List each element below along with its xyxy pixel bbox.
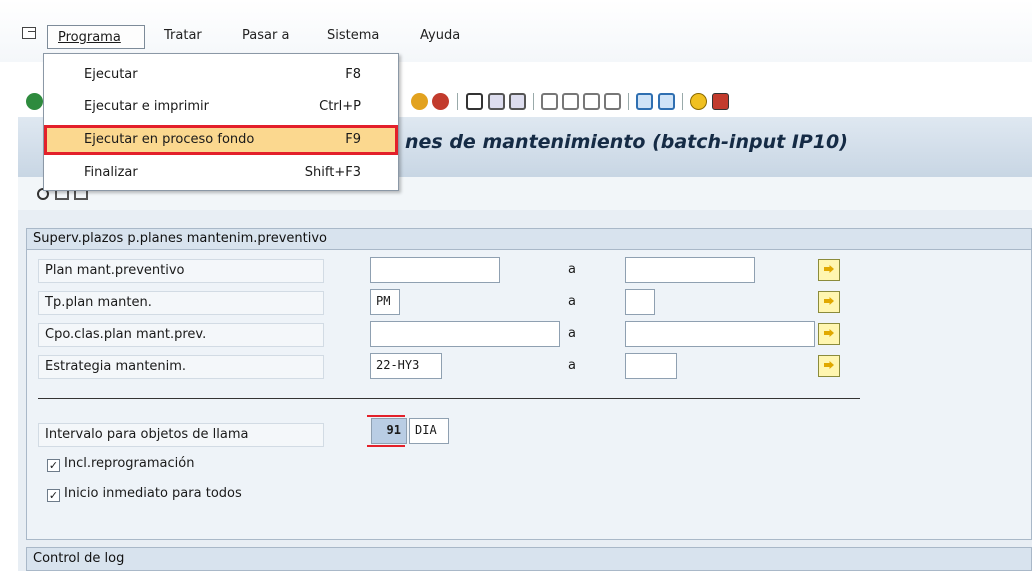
to-label: a	[568, 358, 576, 373]
strategy-high-input[interactable]	[625, 353, 677, 379]
to-label: a	[568, 262, 576, 277]
divider	[38, 398, 860, 399]
section-header-log: Control de log	[26, 547, 1032, 571]
menu-item-ejecutar-imprimir[interactable]: Ejecutar e imprimir Ctrl+P	[44, 92, 398, 122]
menu-item-shortcut: Ctrl+P	[319, 99, 361, 114]
find-next-icon[interactable]	[509, 93, 526, 110]
plan-high-input[interactable]	[625, 257, 755, 283]
print-icon[interactable]	[466, 93, 483, 110]
menu-item-shortcut: Shift+F3	[304, 165, 361, 180]
plan-type-high-input[interactable]	[625, 289, 655, 315]
field-label: Cpo.clas.plan mant.prev.	[38, 323, 324, 347]
menu-programa[interactable]: Programa	[47, 25, 145, 49]
menu-item-label: Ejecutar e imprimir	[84, 99, 209, 114]
layout-icon[interactable]	[712, 93, 729, 110]
start-immediately-checkbox[interactable]: ✓	[47, 489, 60, 502]
menu-item-shortcut: F9	[345, 132, 361, 147]
to-label: a	[568, 326, 576, 341]
back-icon[interactable]	[411, 93, 428, 110]
multiple-selection-button[interactable]	[818, 323, 840, 345]
field-label: Plan mant.preventivo	[38, 259, 324, 283]
toolbar-separator	[533, 93, 534, 110]
menu-item-label: Finalizar	[84, 165, 138, 180]
plan-type-low-input[interactable]: PM	[370, 289, 400, 315]
previous-page-icon[interactable]	[562, 93, 579, 110]
cancel-icon[interactable]	[432, 93, 449, 110]
page-title: nes de mantenimiento (batch-input IP10)	[405, 131, 848, 153]
menu-item-finalizar[interactable]: Finalizar Shift+F3	[44, 158, 398, 188]
menu-sistema[interactable]: Sistema	[327, 28, 379, 43]
find-icon[interactable]	[488, 93, 505, 110]
plan-low-input[interactable]	[370, 257, 500, 283]
strategy-low-input[interactable]: 22-HY3	[370, 353, 442, 379]
programa-dropdown: Ejecutar F8 Ejecutar e imprimir Ctrl+P E…	[43, 53, 399, 191]
field-label: Tp.plan manten.	[38, 291, 324, 315]
next-page-icon[interactable]	[583, 93, 600, 110]
new-session-icon[interactable]	[636, 93, 653, 110]
menu-pasar-a[interactable]: Pasar a	[242, 28, 289, 43]
to-label: a	[568, 294, 576, 309]
menu-item-ejecutar[interactable]: Ejecutar F8	[44, 60, 398, 90]
interval-label: Intervalo para objetos de llama	[38, 423, 324, 447]
reschedule-checkbox[interactable]: ✓	[47, 459, 60, 472]
toolbar-separator	[628, 93, 629, 110]
class-high-input[interactable]	[625, 321, 815, 347]
multiple-selection-button[interactable]	[818, 259, 840, 281]
menu-tratar[interactable]: Tratar	[164, 28, 202, 43]
shortcut-icon[interactable]	[658, 93, 675, 110]
class-low-input[interactable]	[370, 321, 560, 347]
menu-item-ejecutar-fondo[interactable]: Ejecutar en proceso fondo F9	[44, 125, 398, 155]
menu-item-label: Ejecutar en proceso fondo	[84, 132, 255, 147]
enter-icon[interactable]	[26, 93, 43, 110]
menu-programa-label: Programa	[58, 30, 121, 45]
start-immediately-label: Inicio inmediato para todos	[64, 486, 242, 501]
section-header: Superv.plazos p.planes mantenim.preventi…	[26, 228, 1032, 250]
menu-icon[interactable]	[22, 27, 36, 39]
menu-ayuda[interactable]: Ayuda	[420, 28, 460, 43]
toolbar-separator	[457, 93, 458, 110]
multiple-selection-button[interactable]	[818, 291, 840, 313]
menu-item-shortcut: F8	[345, 67, 361, 82]
help-icon[interactable]	[690, 93, 707, 110]
toolbar-separator	[682, 93, 683, 110]
interval-unit-input[interactable]: DIA	[409, 418, 449, 444]
menu-item-label: Ejecutar	[84, 67, 138, 82]
field-label: Estrategia mantenim.	[38, 355, 324, 379]
first-page-icon[interactable]	[541, 93, 558, 110]
interval-input[interactable]: 91	[371, 418, 407, 444]
multiple-selection-button[interactable]	[818, 355, 840, 377]
last-page-icon[interactable]	[604, 93, 621, 110]
reschedule-label: Incl.reprogramación	[64, 456, 195, 471]
